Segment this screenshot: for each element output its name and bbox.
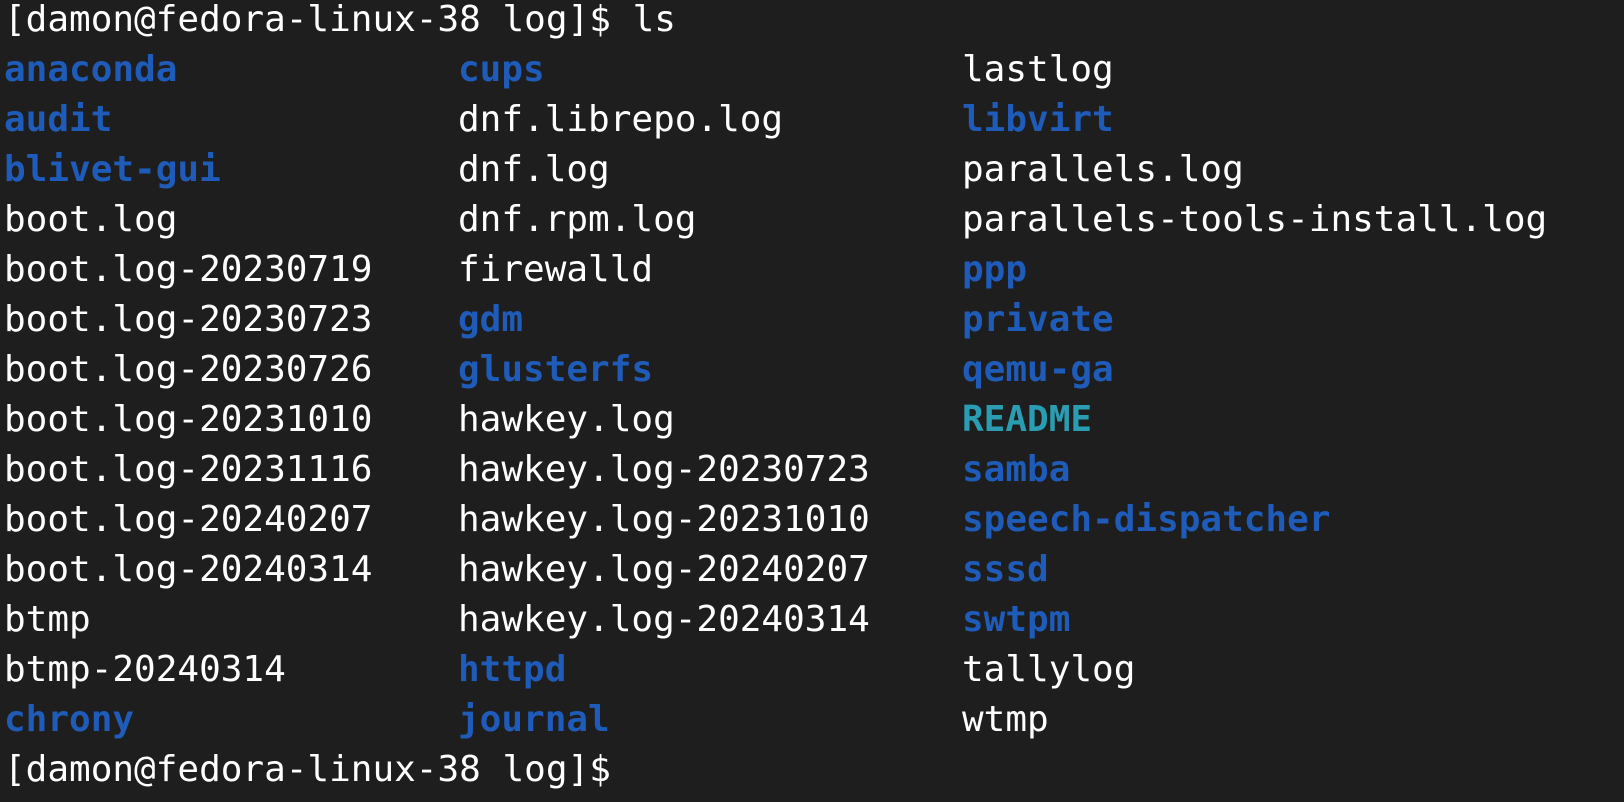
terminal-window[interactable]: [damon@fedora-linux-38 log]$ ls anaconda… [0,0,1624,802]
active-prompt-line[interactable]: [damon@fedora-linux-38 log]$ [4,745,611,795]
directory-entry: gdm [458,299,524,340]
file-entry: dnf.log [458,149,610,190]
file-entry: boot.log [4,199,178,240]
directory-entry: samba [962,449,1071,490]
shell-prompt: [damon@fedora-linux-38 log]$ [4,0,611,40]
directory-entry: blivet-gui [4,149,221,190]
file-entry: hawkey.log-20240207 [458,549,870,590]
directory-entry: anaconda [4,49,178,90]
file-entry: parallels-tools-install.log [962,199,1548,240]
directory-entry: ppp [962,249,1028,290]
directory-entry: sssd [962,549,1049,590]
file-entry: parallels.log [962,149,1244,190]
file-entry: boot.log-20230726 [4,349,373,390]
directory-entry: private [962,299,1114,340]
file-entry: hawkey.log-20230723 [458,449,870,490]
directory-entry: swtpm [962,599,1071,640]
command-line: [damon@fedora-linux-38 log]$ ls [4,0,676,45]
directory-entry: chrony [4,699,135,740]
shell-prompt-final: [damon@fedora-linux-38 log]$ [4,749,611,790]
file-entry: btmp-20240314 [4,649,286,690]
ls-column-3: lastlog libvirt parallels.log parallels-too… [962,45,1547,745]
directory-entry: qemu-ga [962,349,1114,390]
file-entry: btmp [4,599,91,640]
file-entry: dnf.rpm.log [458,199,697,240]
file-entry: lastlog [962,49,1114,90]
file-entry: boot.log-20240314 [4,549,373,590]
directory-entry: audit [4,99,113,140]
file-entry: wtmp [962,699,1049,740]
file-entry: boot.log-20231116 [4,449,373,490]
directory-entry: speech-dispatcher [962,499,1331,540]
directory-entry: glusterfs [458,349,654,390]
directory-entry: cups [458,49,545,90]
file-entry: boot.log-20240207 [4,499,373,540]
file-entry: hawkey.log-20240314 [458,599,870,640]
file-entry: firewalld [458,249,654,290]
ls-column-2: cups dnf.librepo.log dnf.log dnf.rpm.log fir… [458,45,870,745]
file-entry: hawkey.log-20231010 [458,499,870,540]
directory-entry: httpd [458,649,567,690]
directory-entry: libvirt [962,99,1114,140]
file-entry: dnf.librepo.log [458,99,784,140]
file-entry: tallylog [962,649,1136,690]
file-entry: boot.log-20230719 [4,249,373,290]
directory-entry: journal [458,699,610,740]
ls-column-1: anaconda audit blivet-gui boot.log boot.log-… [4,45,372,745]
file-entry: boot.log-20230723 [4,299,373,340]
file-entry: hawkey.log [458,399,675,440]
file-entry: boot.log-20231010 [4,399,373,440]
command-text: ls [632,0,676,40]
special-file-entry: README [962,399,1093,440]
